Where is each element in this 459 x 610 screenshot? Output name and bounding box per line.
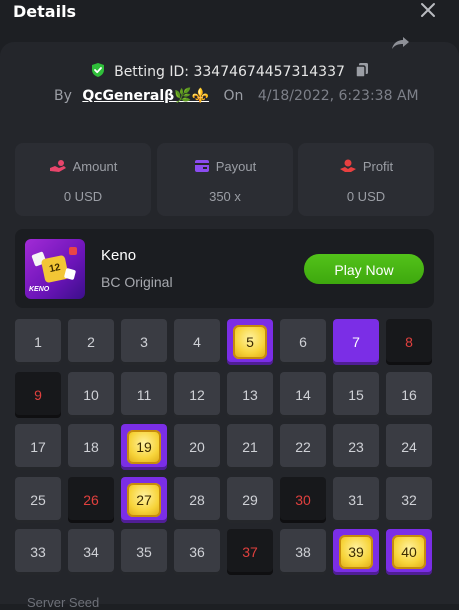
- keno-cell-2: 2: [68, 319, 114, 365]
- keno-cell-22: 22: [280, 424, 326, 470]
- keno-cell-20: 20: [174, 424, 220, 470]
- amount-card: Amount 0 USD: [15, 143, 151, 216]
- on-label: On: [223, 88, 244, 104]
- profit-card: Profit 0 USD: [298, 143, 434, 216]
- keno-cell-39: 39: [333, 529, 379, 575]
- game-card: 12 KENO Keno BC Original Play Now: [15, 229, 434, 308]
- keno-cell-28: 28: [174, 476, 220, 523]
- keno-cell-11: 11: [121, 371, 167, 418]
- keno-cell-23: 23: [333, 424, 379, 470]
- keno-cell-30: 30: [280, 476, 326, 523]
- game-name: Keno: [101, 247, 137, 264]
- keno-cell-10: 10: [68, 371, 114, 418]
- keno-cell-6: 6: [280, 319, 326, 365]
- username-link[interactable]: QcGeneralβ🌿⚜️: [82, 88, 209, 104]
- details-header: Details: [0, 0, 459, 30]
- profit-label: Profit: [362, 159, 394, 174]
- keno-cell-14: 14: [280, 371, 326, 418]
- keno-cell-34: 34: [68, 529, 114, 575]
- keno-cell-33: 33: [15, 529, 61, 575]
- share-icon[interactable]: [390, 36, 412, 52]
- keno-cell-26: 26: [68, 476, 114, 523]
- payout-icon: [194, 159, 216, 174]
- keno-cell-38: 38: [280, 529, 326, 575]
- keno-cell-32: 32: [386, 476, 432, 523]
- gem-tile: 40: [392, 535, 426, 569]
- payout-card: Payout 350 x: [157, 143, 293, 216]
- keno-cell-25: 25: [15, 476, 61, 523]
- payout-label: Payout: [215, 159, 257, 174]
- keno-cell-4: 4: [174, 319, 220, 365]
- shield-check-icon: [90, 63, 110, 82]
- keno-cell-12: 12: [174, 371, 220, 418]
- gem-tile: 5: [233, 325, 267, 359]
- keno-cell-16: 16: [386, 371, 432, 418]
- betting-id: Betting ID: 33474674457314337: [114, 64, 345, 80]
- profit-value: 0 USD: [346, 189, 386, 204]
- keno-cell-29: 29: [227, 476, 273, 523]
- keno-thumbnail[interactable]: 12 KENO: [25, 239, 85, 299]
- gem-tile: 39: [339, 535, 373, 569]
- game-provider: BC Original: [101, 274, 173, 290]
- keno-cell-15: 15: [333, 371, 379, 418]
- play-now-button[interactable]: Play Now: [304, 254, 424, 284]
- keno-cell-7: 7: [333, 319, 379, 365]
- keno-cell-36: 36: [174, 529, 220, 575]
- keno-cell-18: 18: [68, 424, 114, 470]
- profit-icon: [339, 159, 363, 174]
- close-icon[interactable]: [420, 2, 438, 20]
- keno-cell-24: 24: [386, 424, 432, 470]
- keno-cell-1: 1: [15, 319, 61, 365]
- server-seed-label: Server Seed: [27, 595, 100, 610]
- keno-cell-9: 9: [15, 371, 61, 418]
- gem-tile: 19: [127, 430, 161, 464]
- keno-cell-17: 17: [15, 424, 61, 470]
- bet-byline: By QcGeneralβ🌿⚜️ On 4/18/2022, 6:23:38 A…: [54, 88, 419, 104]
- keno-cell-40: 40: [386, 529, 432, 575]
- keno-cell-35: 35: [121, 529, 167, 575]
- keno-cell-19: 19: [121, 424, 167, 470]
- bet-datetime: 4/18/2022, 6:23:38 AM: [257, 88, 419, 104]
- keno-cell-27: 27: [121, 476, 167, 523]
- keno-cell-5: 5: [227, 319, 273, 365]
- betting-id-row: Betting ID: 33474674457314337: [0, 62, 459, 82]
- copy-icon[interactable]: [355, 63, 369, 82]
- payout-value: 350 x: [209, 189, 241, 204]
- keno-cell-21: 21: [227, 424, 273, 470]
- amount-value: 0 USD: [63, 189, 103, 204]
- keno-cell-3: 3: [121, 319, 167, 365]
- keno-cell-31: 31: [333, 476, 379, 523]
- gem-tile: 27: [127, 482, 161, 517]
- keno-cell-13: 13: [227, 371, 273, 418]
- page-title: Details: [13, 2, 77, 21]
- keno-cell-37: 37: [227, 529, 273, 575]
- amount-icon: [49, 159, 73, 174]
- amount-label: Amount: [72, 159, 118, 174]
- keno-cell-8: 8: [386, 319, 432, 365]
- by-label: By: [54, 88, 72, 104]
